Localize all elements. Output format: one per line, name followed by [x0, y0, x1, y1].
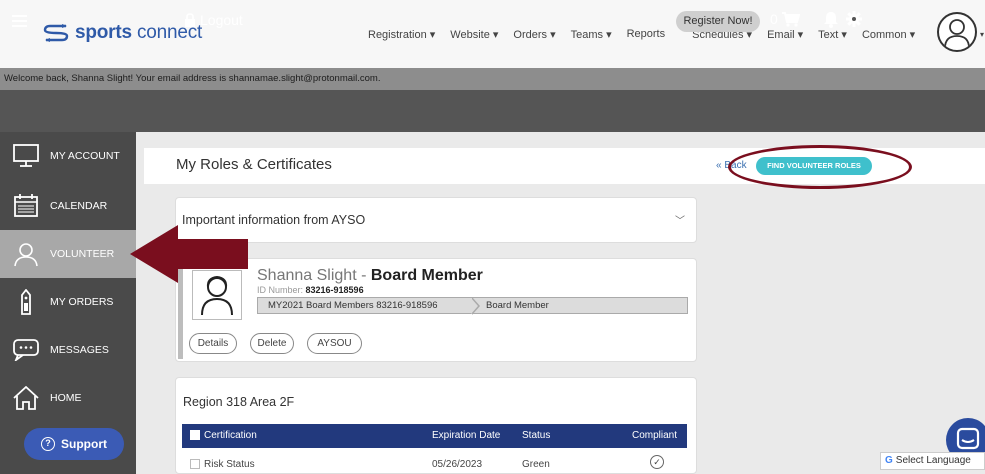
monitor-icon [12, 142, 40, 170]
page-title: My Roles & Certificates [176, 156, 332, 173]
nav-teams[interactable]: Teams ▾ [571, 28, 612, 41]
chevron-down-icon[interactable]: ▾ [980, 30, 984, 39]
bell-icon[interactable] [823, 11, 839, 28]
role-holder-name: Shanna Slight - Board Member [257, 267, 483, 284]
sidebar-item-volunteer[interactable]: VOLUNTEER [0, 230, 136, 278]
nav-text[interactable]: Text ▾ [818, 28, 847, 41]
support-button[interactable]: ? Support [24, 428, 124, 460]
question-icon: ? [41, 437, 55, 451]
google-g-icon: G [885, 455, 893, 466]
sidebar-item-label: HOME [50, 392, 82, 404]
certification-cell: Risk Status [204, 459, 255, 470]
sidebar-item-my-account[interactable]: MY ACCOUNT [0, 132, 136, 180]
column-header: Compliant [632, 430, 678, 441]
person-icon [12, 240, 40, 268]
gear-icon[interactable] [846, 11, 862, 27]
aysou-button[interactable]: AYSOU [307, 333, 362, 354]
nav-common[interactable]: Common ▾ [862, 28, 915, 41]
sidebar-item-label: VOLUNTEER [50, 248, 115, 260]
user-icon [944, 19, 970, 49]
home-icon [12, 384, 40, 412]
chevron-down-icon[interactable]: ﹀ [675, 212, 685, 227]
user-avatar[interactable] [937, 12, 977, 52]
sidebar-item-label: MY ACCOUNT [50, 150, 120, 162]
sidebar-item-label: MY ORDERS [50, 296, 114, 308]
logo-mark-icon [43, 24, 69, 42]
nav-registration[interactable]: Registration ▾ [368, 28, 435, 41]
expiration-cell: 05/26/2023 [432, 459, 483, 470]
lock-icon [185, 13, 195, 27]
sidebar-item-home[interactable]: HOME [0, 374, 136, 422]
tag-icon [12, 288, 40, 316]
sidebar-item-calendar[interactable]: CALENDAR [0, 182, 136, 230]
cart-button[interactable]: 0 [770, 11, 800, 27]
cart-icon [781, 12, 800, 27]
details-button[interactable]: Details [189, 333, 237, 354]
main-nav: Registration ▾ Website ▾ Orders ▾ Teams … [368, 28, 915, 41]
logout-label: Logout [200, 12, 243, 28]
role-id: ID Number: 83216-918596 [257, 285, 364, 295]
nav-orders[interactable]: Orders ▾ [513, 28, 555, 41]
register-now-button[interactable]: Register Now! [676, 11, 760, 32]
nav-email[interactable]: Email ▾ [767, 28, 803, 41]
sidebar-item-messages[interactable]: MESSAGES [0, 326, 136, 374]
region-title: Region 318 Area 2F [183, 395, 295, 409]
column-header: Status [522, 430, 551, 441]
sports-connect-logo[interactable]: sports connect [42, 22, 202, 44]
welcome-banner: Welcome back, Shanna Slight! Your email … [0, 68, 985, 90]
select-all-checkbox[interactable] [190, 430, 200, 440]
logout-button[interactable]: Logout [183, 12, 243, 28]
role-breadcrumb: MY2021 Board Members 83216-918596 Board … [257, 297, 688, 315]
breadcrumb-role: Board Member [486, 300, 549, 311]
compliant-check-icon: ✓ [650, 455, 664, 469]
delete-button[interactable]: Delete [250, 333, 294, 354]
certification-table-header: Certification Expiration Date Status Com… [182, 424, 687, 448]
cart-count: 0 [770, 11, 778, 27]
support-label: Support [61, 437, 107, 451]
sidebar: MY ACCOUNT CALENDAR VOLUNTEER MY ORDERS … [0, 132, 136, 474]
nav-reports[interactable]: Reports [627, 28, 666, 41]
status-cell: Green [522, 459, 550, 470]
calendar-icon [12, 192, 40, 220]
highlight-oval [728, 145, 912, 189]
table-row: Risk Status 05/26/2023 Green ✓ [182, 450, 687, 474]
sidebar-item-label: CALENDAR [50, 200, 108, 212]
role-title: Board Member [370, 267, 483, 284]
breadcrumb-program: MY2021 Board Members 83216-918596 [268, 300, 438, 311]
annotation-arrow-icon [130, 225, 248, 283]
language-selector[interactable]: G Select Language [880, 452, 985, 470]
hamburger-icon[interactable] [12, 15, 27, 30]
sidebar-item-label: MESSAGES [50, 344, 109, 356]
action-bar [0, 90, 985, 132]
column-header: Certification [204, 430, 257, 441]
sidebar-item-my-orders[interactable]: MY ORDERS [0, 278, 136, 326]
row-checkbox[interactable] [190, 459, 200, 469]
column-header: Expiration Date [432, 430, 501, 441]
chat-icon [12, 336, 40, 364]
nav-website[interactable]: Website ▾ [450, 28, 498, 41]
